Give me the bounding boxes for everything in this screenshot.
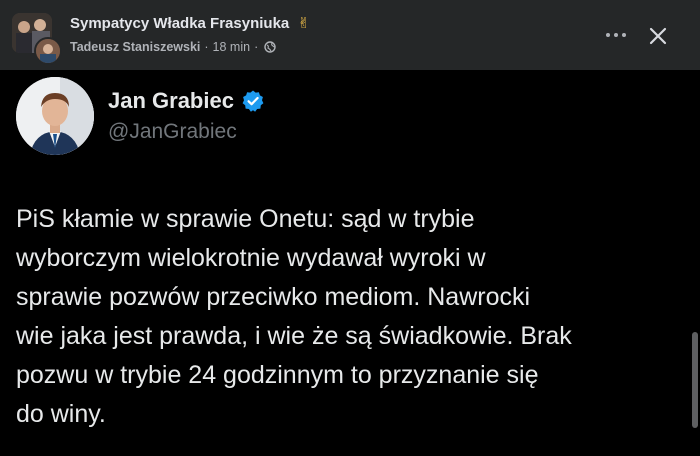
group-name-text[interactable]: Sympatycy Władka Frasyniuka	[70, 15, 289, 32]
meta-separator-2: ·	[254, 40, 259, 54]
tweet-line: do winy.	[16, 400, 106, 428]
scrollbar-thumb[interactable]	[692, 332, 698, 428]
tweet-line: PiS kłamie w sprawie Onetu: sąd w trybie	[16, 205, 475, 233]
meta-separator: ·	[204, 40, 209, 54]
more-dot	[606, 33, 610, 37]
author-name[interactable]: Tadeusz Staniszewski	[70, 40, 200, 54]
tweet-handle[interactable]: @JanGrabiec	[108, 120, 237, 144]
tweet-body: PiS kłamie w sprawie Onetu: sąd w trybie…	[16, 200, 691, 434]
post-time[interactable]: 18 min	[213, 40, 251, 54]
verified-badge-icon	[241, 89, 265, 113]
tweet-author-name[interactable]: Jan Grabiec	[108, 88, 265, 114]
close-icon	[649, 27, 667, 45]
author-avatar[interactable]	[34, 37, 62, 65]
more-dot	[614, 33, 618, 37]
group-name[interactable]: Sympatycy Władka Frasyniuka ✌	[70, 14, 310, 32]
tweet-line: pozwu w trybie 24 godzinnym to przyznani…	[16, 361, 539, 389]
globe-icon	[264, 41, 276, 53]
more-options-button[interactable]	[598, 20, 634, 50]
tweet-line: wyborczym wielokrotnie wydawał wyroki w	[16, 244, 486, 272]
tweet-name-text[interactable]: Jan Grabiec	[108, 88, 234, 114]
group-avatar[interactable]	[12, 13, 62, 65]
tweet-author-avatar[interactable]	[16, 77, 94, 155]
scrollbar[interactable]	[690, 70, 700, 456]
victory-hand-emoji: ✌	[297, 15, 311, 32]
close-button[interactable]	[642, 20, 674, 52]
more-dot	[622, 33, 626, 37]
tweet-line: wie jaka jest prawda, i wie że są świadk…	[16, 322, 572, 350]
post-header: Sympatycy Władka Frasyniuka ✌ Tadeusz St…	[0, 0, 700, 70]
tweet-line: sprawie pozwów przeciwko mediom. Nawrock…	[16, 283, 531, 311]
post-meta: Tadeusz Staniszewski · 18 min ·	[70, 40, 276, 54]
